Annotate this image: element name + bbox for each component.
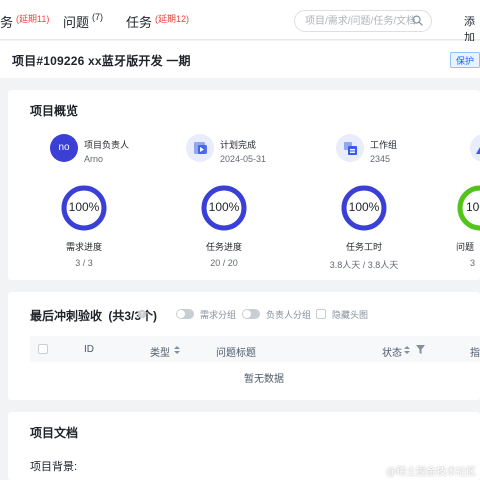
progress-percent: 100 — [466, 200, 480, 214]
nav-tab-label: 务 — [0, 15, 14, 30]
workgroup-label: 工作组 — [370, 140, 398, 150]
owner-value: Arno — [84, 154, 104, 164]
progress-percent: 100% — [68, 200, 100, 214]
progress-percent: 100% — [208, 200, 240, 214]
metric-label: 任务进度 — [205, 242, 242, 252]
column-title[interactable]: 问题标题 — [216, 344, 256, 359]
metric-value: 20 / 20 — [210, 258, 238, 268]
nav-tab-issues[interactable]: 问题 (7) — [63, 12, 103, 31]
acceptance-title-text: 最后冲刺验收 — [30, 309, 103, 323]
metric-label: 需求进度 — [65, 242, 102, 252]
nav-tab-badge: (延期11) — [16, 14, 50, 24]
metric-issues: 问题 3 — [456, 240, 480, 268]
filter-icon[interactable] — [416, 345, 425, 354]
plan-finish-label: 计划完成 — [220, 140, 257, 150]
overview-title: 项目概览 — [30, 104, 79, 118]
column-id[interactable]: ID — [84, 344, 94, 355]
nav-tab-tasks[interactable]: 任务 (延期12) — [126, 12, 189, 31]
sort-icon[interactable] — [404, 346, 410, 354]
group-by-owner-toggle[interactable] — [242, 309, 260, 319]
metric-requirements: 需求进度 3 / 3 — [44, 240, 124, 268]
project-header: 项目#109226 xx蓝牙版开发 一期 保护 — [0, 41, 480, 78]
metric-value: 3 / 3 — [75, 258, 93, 268]
nav-tab-badge: (7) — [92, 12, 104, 22]
acceptance-card: 最后冲刺验收 (共3/3个) ? 需求分组 负责人分组 隐藏头图 ID 类型 问… — [8, 292, 480, 400]
sort-icon[interactable] — [174, 346, 180, 354]
progress-ring-hours: 100% — [340, 184, 388, 232]
project-title: 项目#109226 xx蓝牙版开发 一期 — [12, 54, 191, 68]
progress-percent: 100% — [348, 200, 380, 214]
metric-value: 3.8人天 / 3.8人天 — [329, 260, 399, 270]
background-label: 项目背景: — [30, 461, 78, 473]
column-assignee[interactable]: 指 — [470, 344, 480, 359]
metric-hours: 任务工时 3.8人天 / 3.8人天 — [324, 240, 404, 271]
group-icon — [336, 134, 364, 162]
svg-text:?: ? — [140, 311, 144, 319]
hide-header-image-checkbox[interactable] — [316, 309, 326, 319]
help-icon[interactable]: ? — [137, 309, 147, 319]
nav-tab-badge: (延期12) — [155, 14, 190, 24]
nav-tab-label: 任务 — [126, 15, 153, 30]
search-input[interactable] — [305, 11, 415, 32]
hide-header-image-label: 隐藏头图 — [332, 310, 369, 320]
protect-tag[interactable]: 保护 — [450, 52, 480, 68]
progress-ring-tasks: 100% — [200, 184, 248, 232]
progress-ring-issues: 100 — [456, 184, 480, 232]
select-all-checkbox[interactable] — [38, 344, 48, 354]
metric-label: 问题 — [456, 242, 475, 252]
column-status[interactable]: 状态 — [382, 344, 402, 359]
search-icon[interactable] — [412, 15, 423, 26]
group-by-owner-label: 负责人分组 — [266, 310, 312, 320]
plan-finish-value: 2024-05-31 — [220, 154, 267, 164]
avatar[interactable]: no — [50, 134, 78, 162]
metric-value: 3 — [470, 258, 476, 268]
search-box — [294, 10, 432, 32]
calendar-icon — [186, 134, 214, 162]
acceptance-count: (共3/3个) — [108, 309, 158, 323]
docs-title: 项目文档 — [30, 426, 79, 440]
owner-label: 项目负责人 — [84, 140, 130, 150]
group-by-requirement-toggle[interactable] — [176, 309, 194, 319]
user-icon — [470, 134, 480, 162]
nav-tab-label: 问题 — [63, 15, 90, 30]
overview-card: 项目概览 no 项目负责人 Arno 计划完成 2024-05-31 工作组 2… — [8, 90, 480, 280]
group-by-requirement-label: 需求分组 — [200, 310, 237, 320]
metric-label: 任务工时 — [345, 242, 382, 252]
top-navbar: 务(延期11) 问题(7) 任务(延期12) 添加 — [0, 0, 480, 44]
nav-tab-requirements[interactable]: 务 (延期11) — [0, 12, 49, 31]
empty-state: 暂无数据 — [244, 374, 284, 385]
column-type[interactable]: 类型 — [150, 344, 170, 359]
progress-ring-requirements: 100% — [60, 184, 108, 232]
watermark: @稀土掘金技术社区 — [386, 467, 477, 478]
avatar-text: no — [58, 142, 70, 153]
table-header: ID 类型 问题标题 状态 指 — [30, 336, 480, 362]
workgroup-value: 2345 — [370, 154, 391, 164]
metric-tasks: 任务进度 20 / 20 — [184, 240, 264, 268]
